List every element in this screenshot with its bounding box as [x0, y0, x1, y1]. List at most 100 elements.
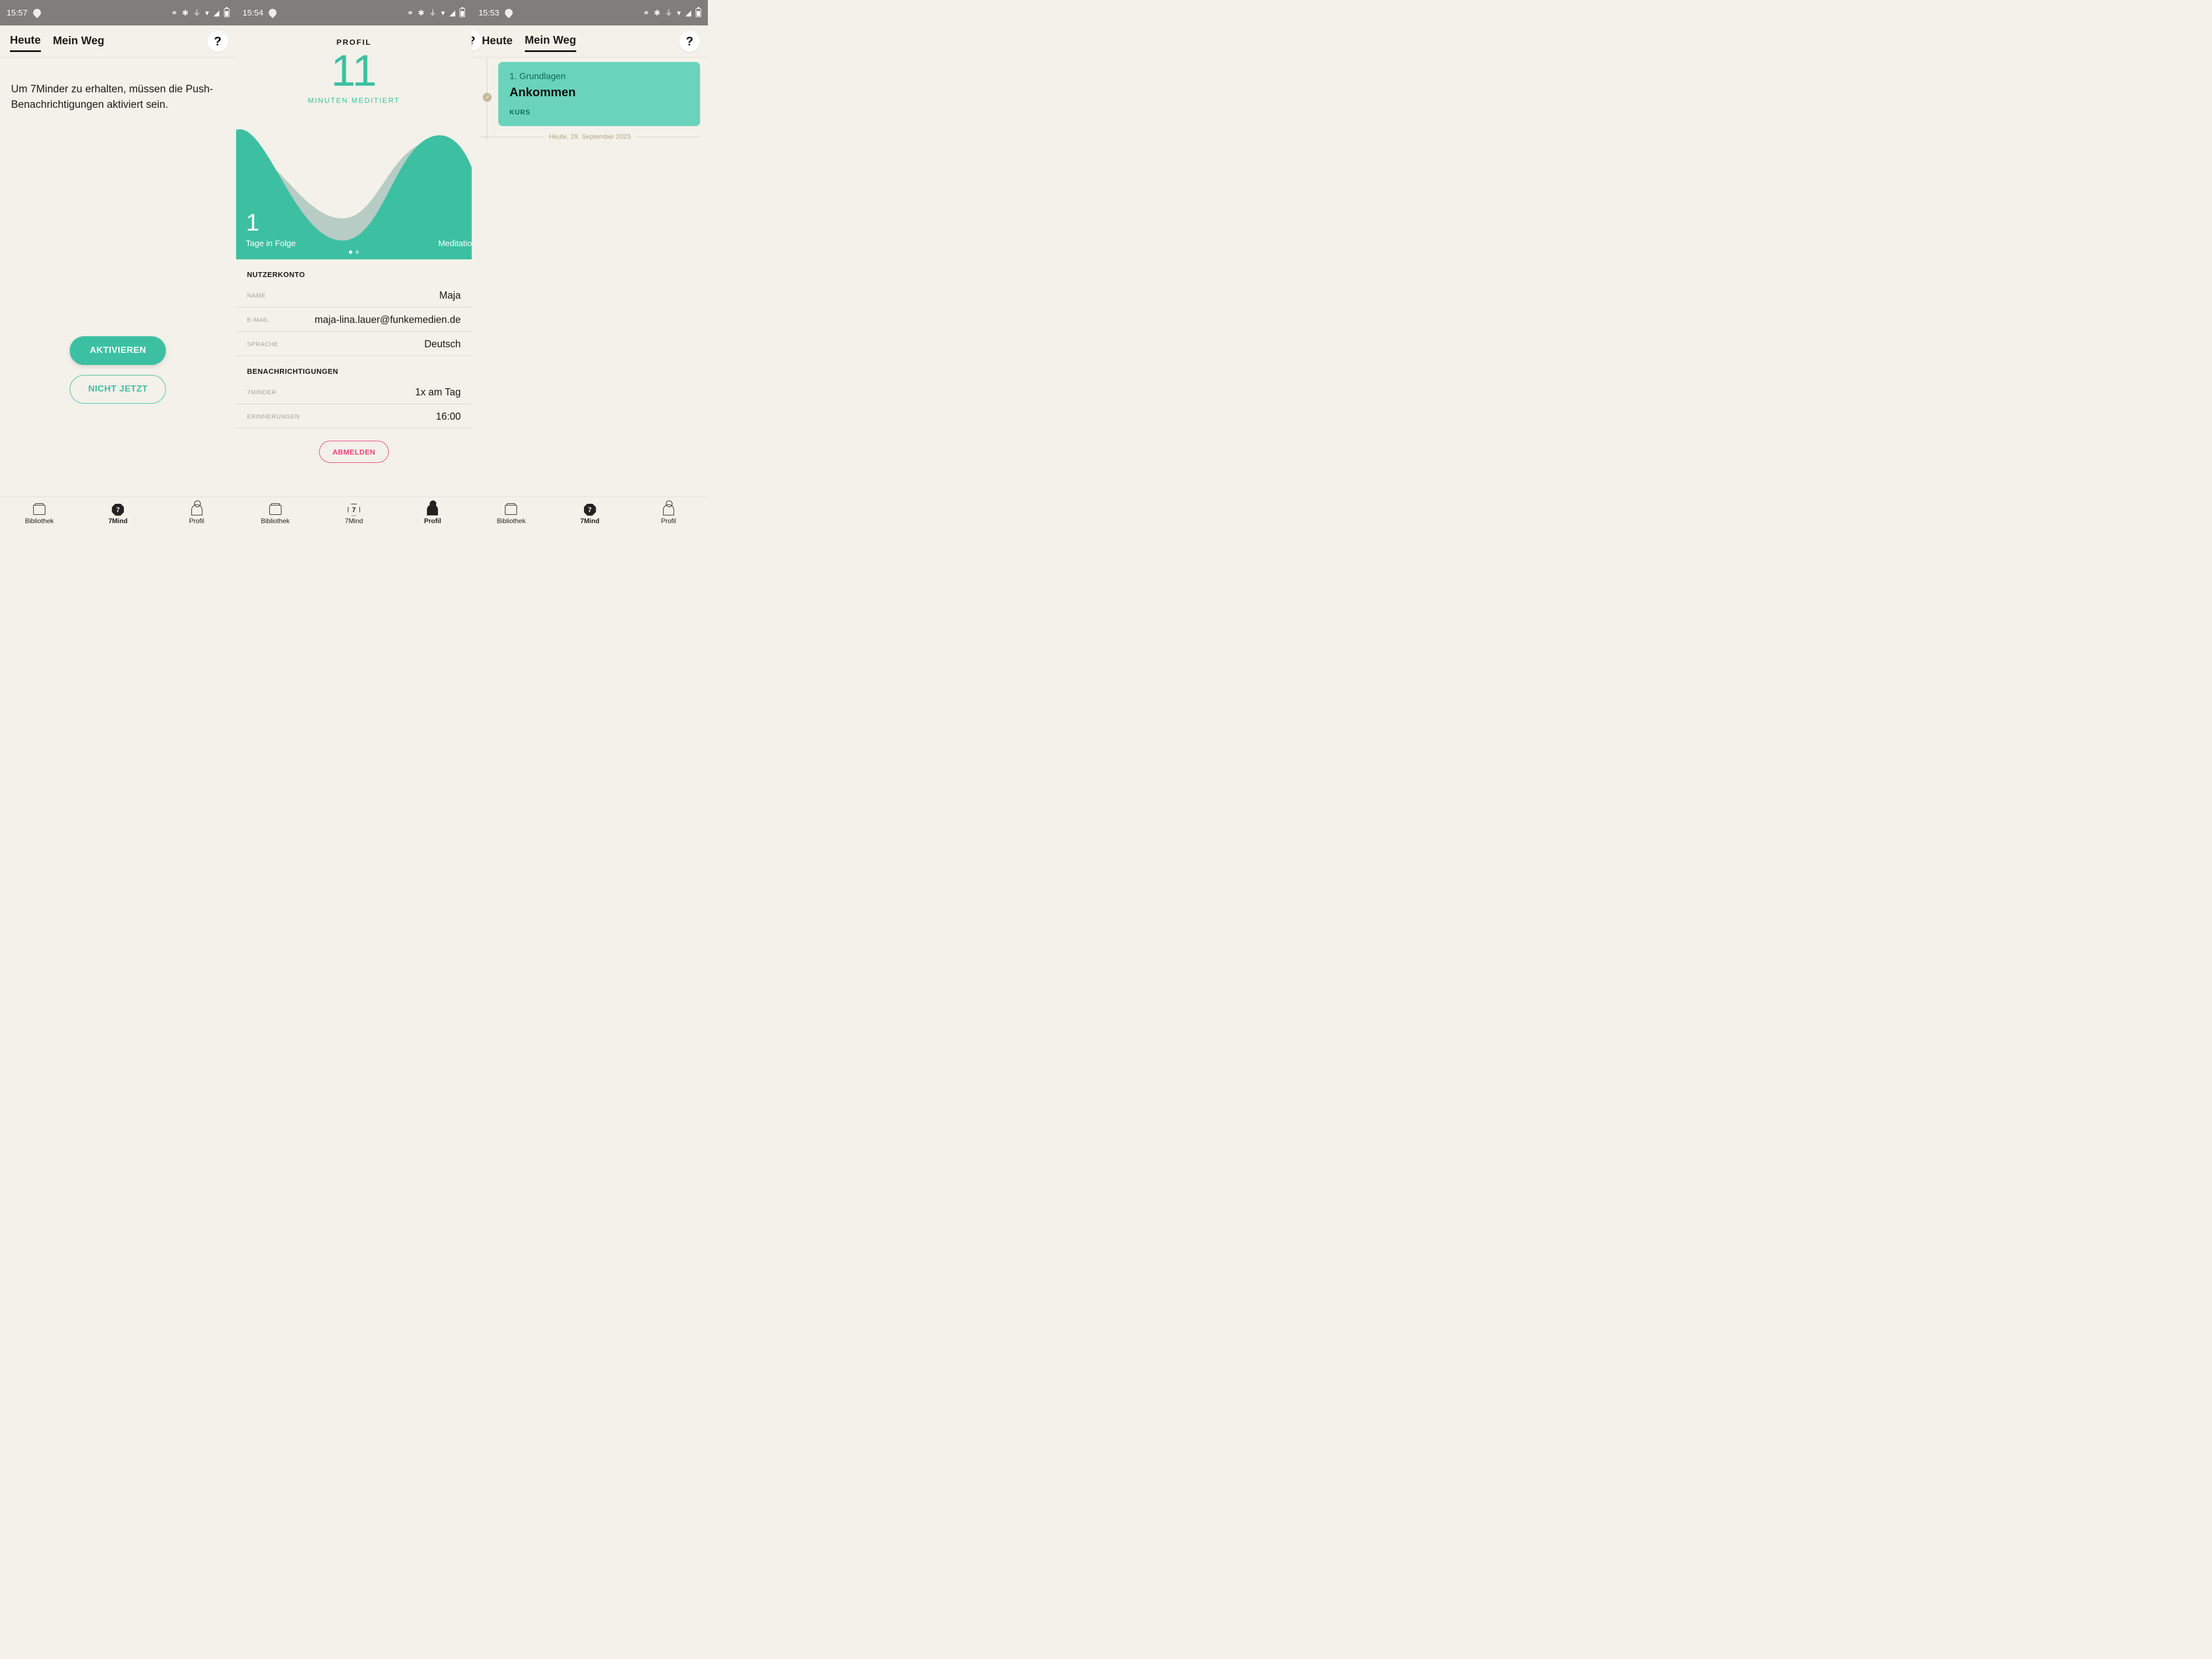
help-button[interactable]: ? [679, 31, 700, 52]
course-card[interactable]: 1. Grundlagen Ankommen KURS [498, 62, 700, 126]
row-language[interactable]: SPRACHE Deutsch [236, 332, 472, 356]
nav-bibliothek[interactable]: Bibliothek [0, 497, 79, 531]
row-email[interactable]: E-MAIL maja-lina.lauer@funkemedien.de [236, 307, 472, 332]
nav-profil[interactable]: Profil [629, 497, 708, 531]
profile-icon [191, 504, 202, 515]
nav-label: Bibliothek [497, 517, 525, 525]
status-bar: 15:54 ⚭ ✱ ⏚ ▾ ◢ [236, 0, 472, 25]
library-icon [505, 505, 517, 515]
nav-label: 7Mind [345, 517, 363, 525]
push-notice-text: Um 7Minder zu erhalten, müssen die Push-… [0, 58, 236, 112]
section-notifications: BENACHRICHTIGUNGEN [236, 356, 472, 380]
link-icon: ⚭ [407, 8, 414, 18]
stat-right-label: Meditatio [438, 239, 472, 248]
nav-label: 7Mind [580, 517, 599, 525]
status-icons: ⚭ ✱ ⏚ ▾ ◢ [407, 7, 465, 18]
streak-label: Tage in Folge [246, 239, 296, 248]
tab-heute[interactable]: Heute [482, 32, 513, 51]
vibrate-icon: ⏚ [665, 7, 672, 18]
battery-icon [460, 8, 465, 17]
row-value: 1x am Tag [415, 387, 461, 398]
streak-block: 1 Tage in Folge [246, 209, 296, 248]
action-buttons: AKTIVIEREN NICHT JETZT [0, 336, 236, 404]
top-tabs: Heute Mein Weg ? [0, 25, 236, 58]
nav-label: 7Mind [108, 517, 128, 525]
bottom-nav: Bibliothek 7 7Mind Profil [236, 497, 472, 531]
date-text: Heute, 29. September 2023 [549, 133, 630, 140]
course-chapter: 1. Grundlagen [509, 72, 689, 82]
page-dots[interactable] [349, 251, 359, 254]
section-account: NUTZERKONTO [236, 259, 472, 283]
date-divider: Heute, 29. September 2023 [479, 133, 700, 140]
screen-mein-weg: 15:53 ⚭ ✱ ⏚ ▾ ◢ ? Heute Mein Weg ? ✓ 1. … [472, 0, 708, 531]
bluetooth-icon: ✱ [654, 8, 660, 18]
sevenmind-icon: 7 [348, 504, 360, 516]
status-time: 15:57 [7, 8, 28, 18]
bluetooth-icon: ✱ [418, 8, 425, 18]
sevenmind-icon: 7 [112, 504, 124, 516]
tab-mein-weg[interactable]: Mein Weg [525, 31, 576, 52]
stats-wave-chart[interactable]: 1 Tage in Folge Meditatio [236, 108, 472, 259]
nav-7mind[interactable]: 7 7Mind [551, 497, 629, 531]
signal-icon: ◢ [450, 8, 456, 18]
link-icon: ⚭ [643, 8, 650, 18]
minutes-label: MINUTEN MEDITIERT [236, 96, 472, 105]
logout-wrap: ABMELDEN [236, 429, 472, 502]
nav-bibliothek[interactable]: Bibliothek [472, 497, 550, 531]
help-button[interactable]: ? [207, 31, 228, 52]
row-value: Deutsch [424, 338, 461, 350]
row-label: ERINNERUNGEN [247, 414, 300, 420]
nav-label: Bibliothek [25, 517, 54, 525]
nav-7mind[interactable]: 7 7Mind [315, 497, 393, 531]
activate-button[interactable]: AKTIVIEREN [70, 336, 166, 365]
row-name[interactable]: NAME Maja [236, 283, 472, 307]
nav-7mind[interactable]: 7 7Mind [79, 497, 157, 531]
row-value: Maja [439, 290, 461, 301]
dot-icon [349, 251, 352, 254]
carrier-logo-icon [267, 7, 278, 18]
course-title: Ankommen [509, 85, 689, 100]
wifi-icon: ▾ [677, 8, 681, 18]
nav-label: Bibliothek [261, 517, 290, 525]
bottom-nav: Bibliothek 7 7Mind Profil [472, 497, 708, 531]
row-value: 16:00 [436, 411, 461, 422]
signal-icon: ◢ [213, 8, 220, 18]
dot-icon [356, 251, 359, 254]
sevenmind-icon: 7 [584, 504, 596, 516]
nav-profil[interactable]: Profil [157, 497, 236, 531]
bluetooth-icon: ✱ [182, 8, 189, 18]
nav-profil[interactable]: Profil [393, 497, 472, 531]
course-kind: KURS [509, 108, 689, 116]
link-icon: ⚭ [171, 8, 178, 18]
minutes-number: 11 [236, 50, 472, 92]
signal-icon: ◢ [685, 8, 691, 18]
status-time: 15:54 [243, 8, 264, 18]
timeline-check-icon: ✓ [483, 93, 492, 102]
carrier-logo-icon [503, 7, 514, 18]
tab-mein-weg[interactable]: Mein Weg [53, 32, 105, 51]
vibrate-icon: ⏚ [429, 7, 437, 18]
not-now-button[interactable]: NICHT JETZT [70, 375, 166, 404]
screen-profil: 15:54 ⚭ ✱ ⏚ ▾ ◢ PROFIL 11 MINUTEN MEDITI… [236, 0, 472, 531]
status-bar: 15:57 ⚭ ✱ ⏚ ▾ ◢ [0, 0, 236, 25]
row-label: 7MINDER [247, 389, 297, 396]
screen-heute: 15:57 ⚭ ✱ ⏚ ▾ ◢ Heute Mein Weg ? Um 7Min… [0, 0, 236, 531]
logout-button[interactable]: ABMELDEN [319, 441, 389, 463]
status-time: 15:53 [478, 8, 499, 18]
nav-bibliothek[interactable]: Bibliothek [236, 497, 315, 531]
bottom-nav: Bibliothek 7 7Mind Profil [0, 497, 236, 531]
battery-icon [224, 8, 229, 17]
row-7minder[interactable]: 7MINDER 1x am Tag [236, 380, 472, 404]
library-icon [269, 505, 281, 515]
profile-icon [663, 504, 674, 515]
status-icons: ⚭ ✱ ⏚ ▾ ◢ [171, 7, 229, 18]
battery-icon [696, 8, 701, 17]
vibrate-icon: ⏚ [193, 7, 201, 18]
row-reminders[interactable]: ERINNERUNGEN 16:00 [236, 404, 472, 429]
row-value: maja-lina.lauer@funkemedien.de [315, 314, 461, 326]
carrier-logo-icon [32, 7, 43, 18]
tab-heute[interactable]: Heute [10, 31, 41, 52]
status-icons: ⚭ ✱ ⏚ ▾ ◢ [643, 7, 701, 18]
streak-number: 1 [246, 209, 296, 237]
profile-icon [427, 504, 438, 515]
